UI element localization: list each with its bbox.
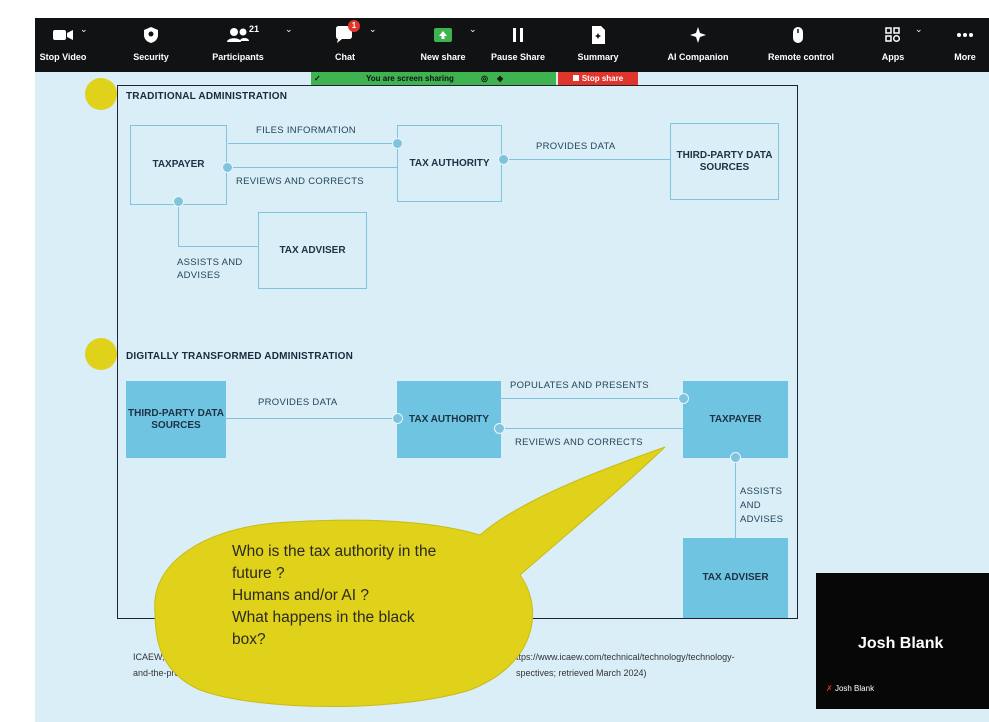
callout-line: Humans and/or AI ? <box>232 587 369 604</box>
participant-name-large: Josh Blank <box>858 635 944 652</box>
callout-line: box? <box>232 631 266 648</box>
muted-mic-icon: ✗ <box>826 684 833 693</box>
callout-line: future ? <box>232 565 285 582</box>
callout-line: Who is the tax authority in the <box>232 543 437 560</box>
callout-line: What happens in the black <box>232 609 415 626</box>
participant-name-small: Josh Blank <box>834 684 875 693</box>
callout-text: Who is the tax authority in the future ?… <box>232 541 436 651</box>
participant-name-tag: ✗ Josh Blank <box>826 684 874 693</box>
